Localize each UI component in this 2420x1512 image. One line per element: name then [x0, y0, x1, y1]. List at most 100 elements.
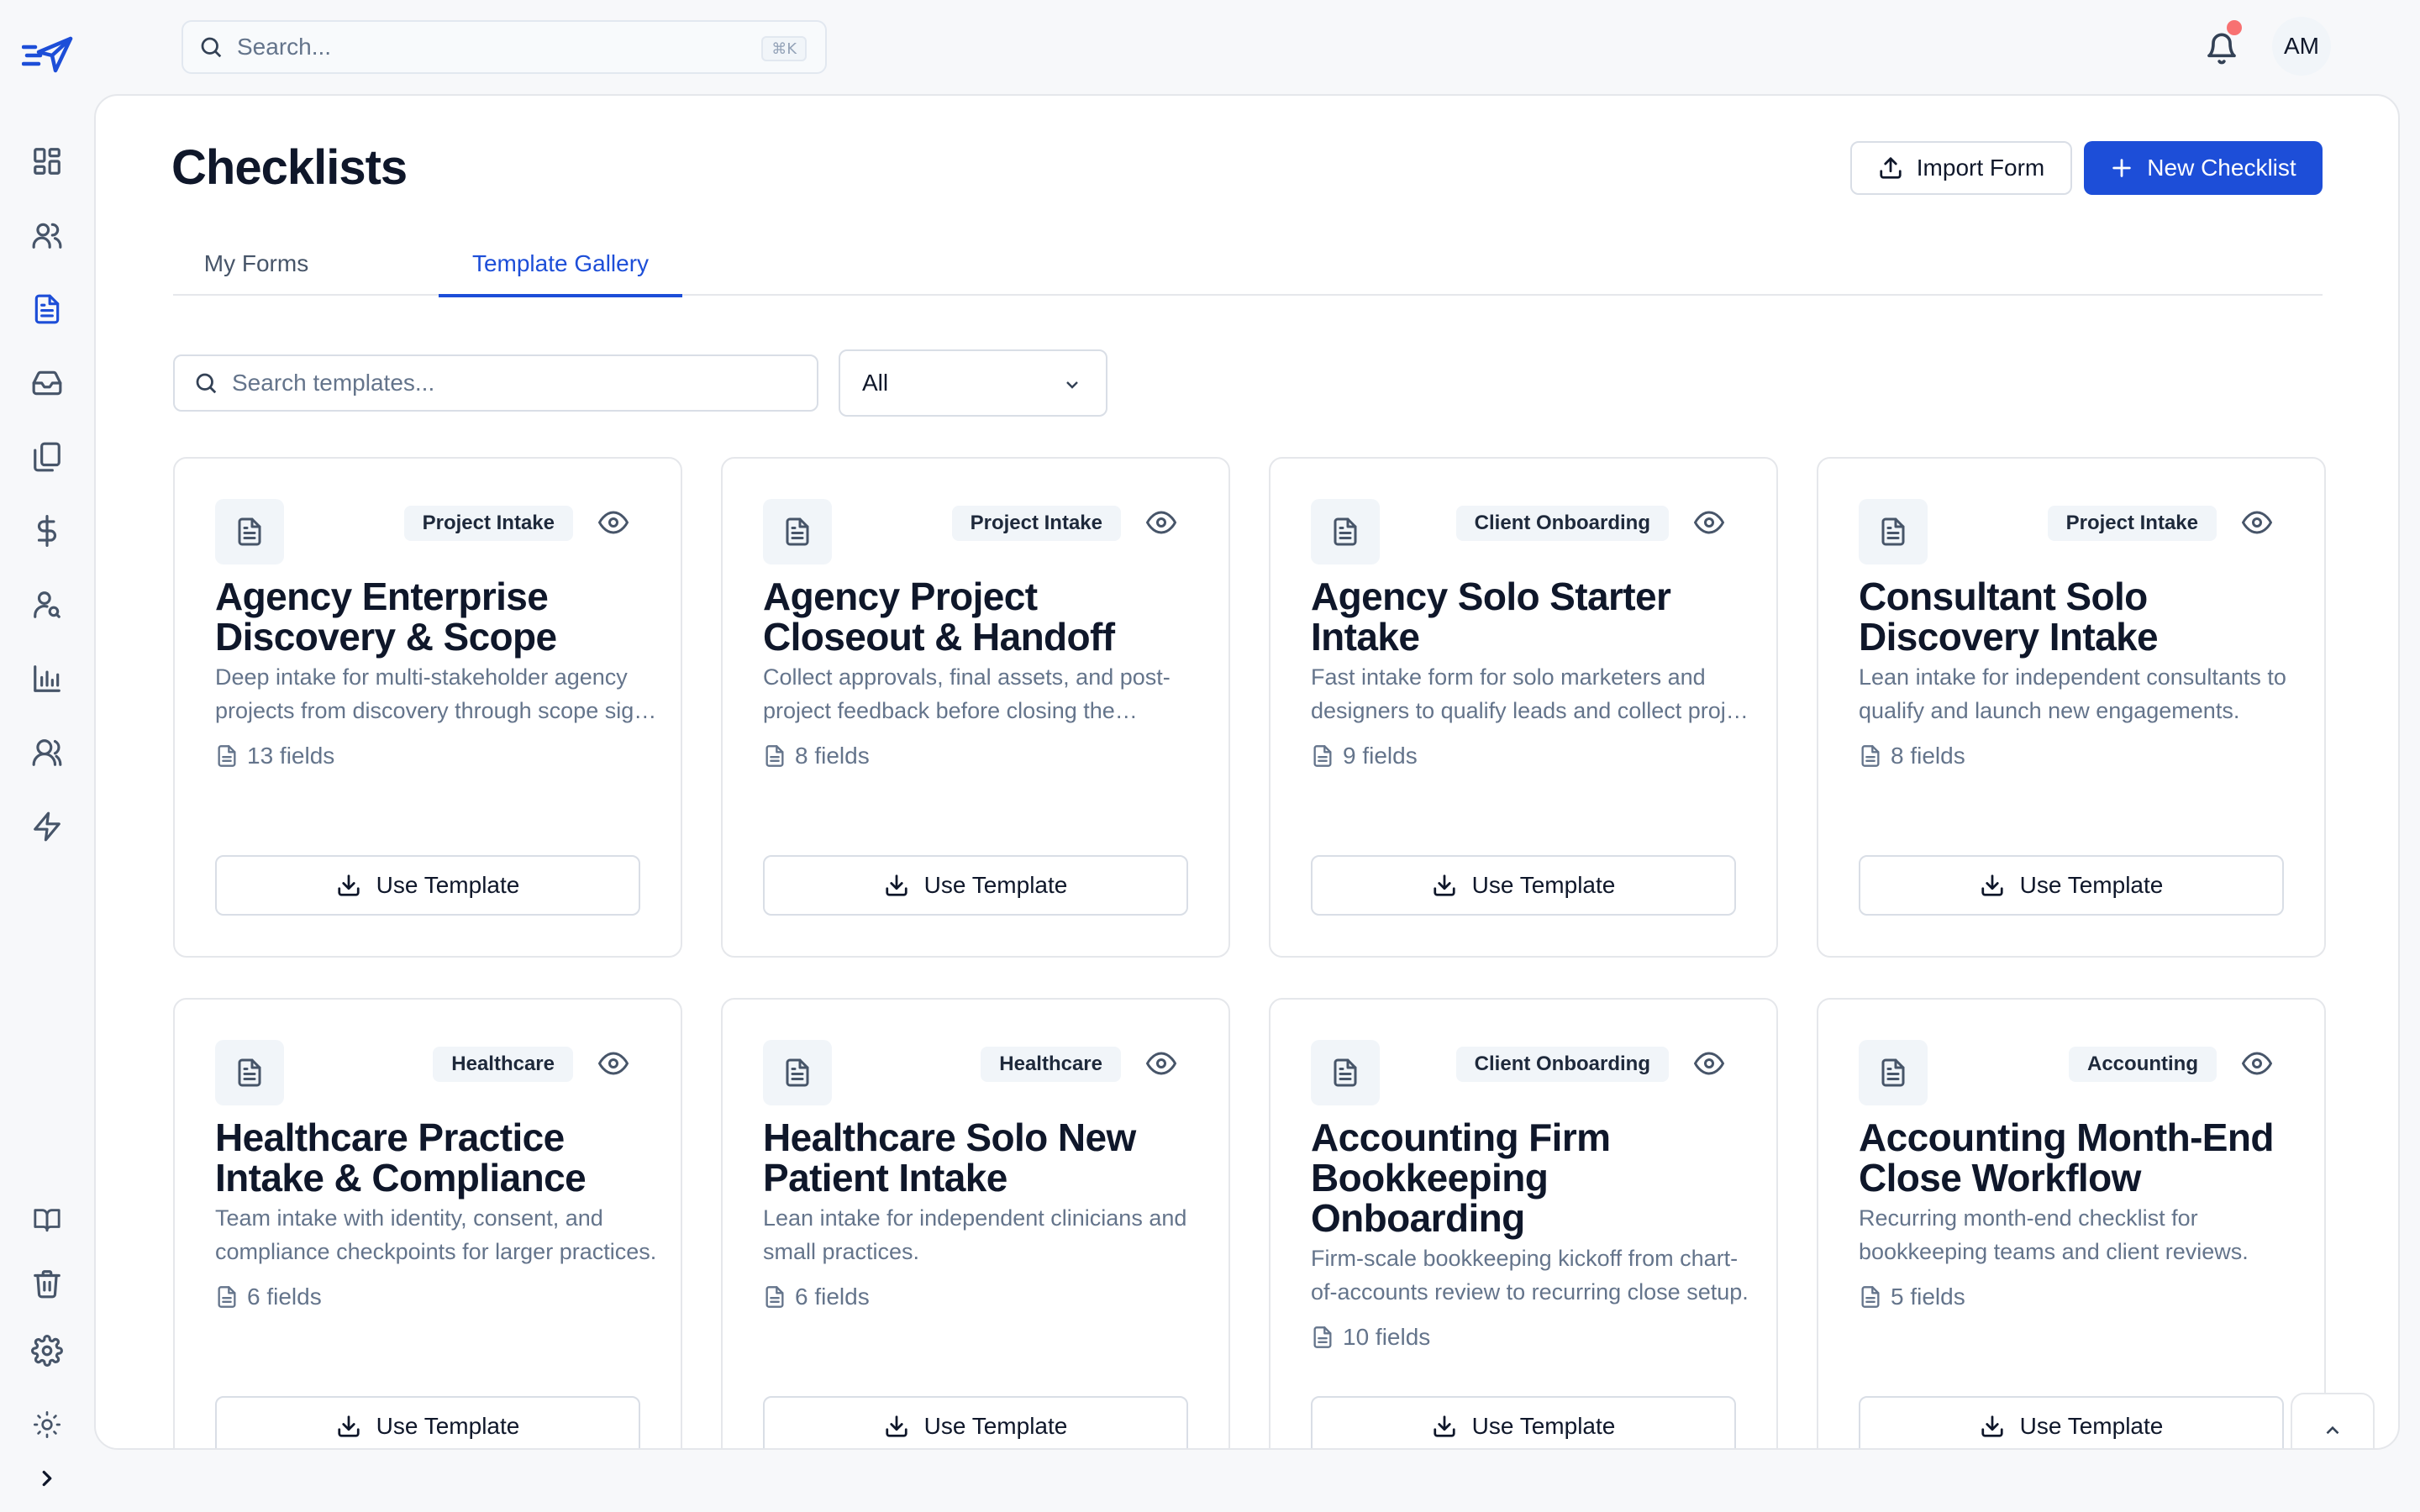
- dollar-icon: [37, 515, 56, 547]
- eye-icon: [1693, 511, 1725, 534]
- file-icon: [765, 745, 784, 767]
- avatar[interactable]: AM: [2272, 17, 2331, 76]
- nav-checklists[interactable]: [24, 286, 71, 333]
- category-select[interactable]: All: [839, 349, 1107, 417]
- nav-automations[interactable]: [24, 803, 71, 850]
- template-file-icon-box: [215, 499, 284, 564]
- notifications-button[interactable]: [2196, 20, 2247, 74]
- left-rail: [0, 0, 94, 1512]
- file-icon: [786, 517, 809, 546]
- logo-icon[interactable]: [21, 34, 74, 76]
- nav-reports[interactable]: [24, 655, 71, 702]
- template-search[interactable]: [173, 354, 818, 412]
- field-count: 10 fields: [1311, 1324, 1430, 1351]
- nav-docs[interactable]: [24, 1196, 71, 1243]
- download-icon: [1434, 874, 1455, 896]
- use-template-label: Use Template: [1471, 1413, 1616, 1439]
- category-badge: Healthcare: [981, 1047, 1121, 1082]
- category-badge: Client Onboarding: [1455, 1047, 1669, 1082]
- use-template-button[interactable]: Use Template: [1859, 1396, 2284, 1448]
- field-count-label: 8 fields: [1891, 743, 1965, 769]
- template-file-icon-box: [1311, 499, 1380, 564]
- file-icon: [765, 1286, 784, 1308]
- use-template-button[interactable]: Use Template: [215, 1396, 640, 1448]
- field-count: 9 fields: [1311, 743, 1418, 769]
- template-search-input[interactable]: [232, 370, 786, 396]
- search-icon: [201, 37, 222, 58]
- field-count: 13 fields: [215, 743, 334, 769]
- chevron-down-icon: [1066, 381, 1078, 389]
- nav-team[interactable]: [24, 729, 71, 776]
- theme-toggle[interactable]: [24, 1401, 71, 1448]
- preview-button[interactable]: [1145, 1048, 1177, 1079]
- template-description: Firm-scale bookkeeping kickoff from char…: [1311, 1246, 1749, 1305]
- expand-sidebar[interactable]: [24, 1455, 71, 1502]
- nav-clients[interactable]: [24, 212, 71, 259]
- template-description: Lean intake for independent consultants …: [1859, 664, 2286, 723]
- nav-trash[interactable]: [24, 1260, 71, 1307]
- global-search-input[interactable]: [237, 34, 724, 60]
- eye-icon: [597, 1052, 629, 1075]
- use-template-button[interactable]: Use Template: [215, 855, 640, 916]
- use-template-label: Use Template: [376, 872, 520, 898]
- template-card: Healthcare Healthcare Solo New Patient I…: [721, 998, 1230, 1448]
- shortcut-hint: ⌘K: [761, 36, 807, 61]
- nav-billing[interactable]: [24, 507, 71, 554]
- use-template-button[interactable]: Use Template: [1311, 1396, 1736, 1448]
- category-badge: Project Intake: [403, 506, 573, 541]
- template-file-icon-box: [1311, 1040, 1380, 1105]
- tab-template-gallery[interactable]: Template Gallery: [439, 245, 682, 297]
- template-file-icon-box: [1859, 499, 1928, 564]
- template-description: Team intake with identity, consent, and …: [215, 1205, 657, 1264]
- nav-settings[interactable]: [24, 1327, 71, 1374]
- template-title: Accounting Firm Bookkeeping Onboarding: [1311, 1116, 1611, 1240]
- preview-button[interactable]: [2241, 1048, 2273, 1079]
- template-file-icon-box: [1859, 1040, 1928, 1105]
- template-title: Healthcare Practice Intake & Compliance: [215, 1116, 587, 1200]
- template-file-icon-box: [763, 1040, 832, 1105]
- document-icon: [34, 294, 60, 324]
- category-badge: Healthcare: [433, 1047, 573, 1082]
- template-title: Agency Enterprise Discovery & Scope: [215, 575, 557, 659]
- nav-inbox[interactable]: [24, 360, 71, 407]
- upload-icon: [1880, 157, 1902, 179]
- template-title: Agency Solo Starter Intake: [1311, 575, 1671, 659]
- global-search[interactable]: ⌘K: [182, 20, 827, 74]
- nav-documents[interactable]: [24, 433, 71, 480]
- main-panel: Checklists Import Form New Checklist My …: [94, 94, 2400, 1450]
- scroll-to-top-button[interactable]: [2291, 1393, 2375, 1448]
- preview-button[interactable]: [2241, 507, 2273, 538]
- field-count: 5 fields: [1859, 1284, 1965, 1310]
- template-title: Agency Project Closeout & Handoff: [763, 575, 1115, 659]
- download-icon: [1434, 1415, 1455, 1437]
- nav-contacts[interactable]: [24, 581, 71, 628]
- field-count-label: 6 fields: [795, 1284, 870, 1310]
- preview-button[interactable]: [1693, 507, 1725, 538]
- template-description: Lean intake for independent clinicians a…: [763, 1205, 1187, 1264]
- use-template-button[interactable]: Use Template: [1311, 855, 1736, 916]
- nav-dashboard[interactable]: [24, 138, 71, 185]
- eye-icon: [1145, 1052, 1177, 1075]
- chevron-up-icon: [2326, 1425, 2339, 1435]
- file-icon: [1881, 517, 1905, 546]
- preview-button[interactable]: [597, 507, 629, 538]
- import-form-button[interactable]: Import Form: [1850, 141, 2072, 195]
- plus-icon: [2112, 159, 2132, 177]
- use-template-button[interactable]: Use Template: [763, 1396, 1188, 1448]
- preview-button[interactable]: [1145, 507, 1177, 538]
- use-template-button[interactable]: Use Template: [1859, 855, 2284, 916]
- preview-button[interactable]: [597, 1048, 629, 1079]
- top-bar: ⌘K AM: [94, 0, 2420, 94]
- new-checklist-button[interactable]: New Checklist: [2084, 141, 2323, 195]
- file-icon: [218, 745, 236, 767]
- file-icon: [1313, 745, 1332, 767]
- tab-my-forms[interactable]: My Forms: [173, 245, 339, 296]
- file-icon: [1861, 1286, 1880, 1308]
- download-icon: [886, 874, 908, 896]
- preview-button[interactable]: [1693, 1048, 1725, 1079]
- use-template-button[interactable]: Use Template: [763, 855, 1188, 916]
- use-template-label: Use Template: [923, 872, 1068, 898]
- download-icon: [338, 1415, 360, 1437]
- template-description: Recurring month-end checklist for bookke…: [1859, 1205, 2249, 1264]
- bell-icon: [2207, 33, 2236, 65]
